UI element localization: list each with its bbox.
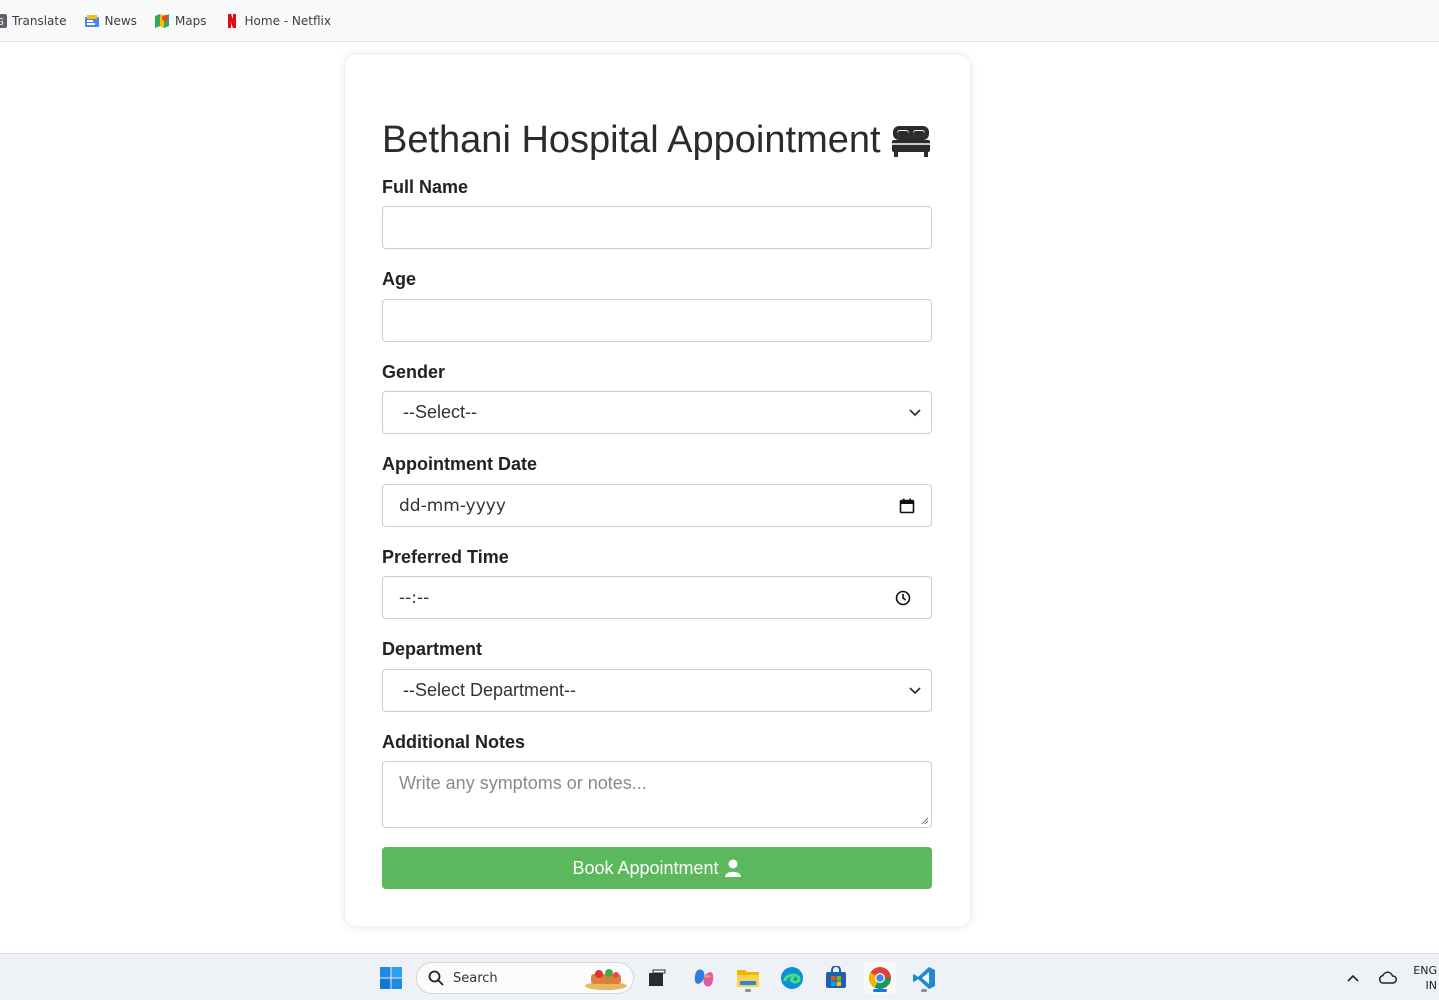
task-view-icon xyxy=(649,969,666,986)
appointment-card: Bethani Hospital Appointment Full Name A… xyxy=(345,55,970,926)
chrome-icon xyxy=(869,967,891,989)
folder-icon xyxy=(737,970,759,987)
age-label: Age xyxy=(382,269,417,289)
gender-label: Gender xyxy=(382,362,446,382)
bookmark-netflix[interactable]: Home - Netflix xyxy=(224,0,331,42)
vscode-button[interactable] xyxy=(908,962,940,994)
page-title: Bethani Hospital Appointment xyxy=(382,119,931,162)
chevron-down-icon xyxy=(909,408,921,416)
task-view-button[interactable] xyxy=(641,962,673,994)
time-placeholder: --:-- xyxy=(399,587,430,608)
age-field[interactable] xyxy=(398,300,916,341)
search-highlight-icon xyxy=(585,969,627,990)
microsoft-store-button[interactable] xyxy=(820,962,852,994)
store-icon xyxy=(826,966,846,988)
copilot-button[interactable] xyxy=(688,962,720,994)
book-appointment-button[interactable]: Book Appointment xyxy=(382,847,932,889)
show-hidden-icons-button[interactable] xyxy=(1346,954,1360,1000)
edge-icon xyxy=(781,967,803,989)
running-indicator xyxy=(745,989,751,992)
svg-text:G: G xyxy=(0,17,4,28)
search-placeholder: Search xyxy=(453,970,498,986)
windows-start-button[interactable] xyxy=(375,962,407,994)
onedrive-button[interactable] xyxy=(1377,954,1397,1000)
cloud-icon xyxy=(1379,971,1397,984)
windows-logo-icon xyxy=(380,967,402,989)
title-text: Bethani Hospital Appointment xyxy=(382,119,881,161)
appointment-date-input[interactable]: dd-mm-yyyy xyxy=(382,484,932,527)
full-name-field[interactable] xyxy=(398,207,916,248)
department-selected-value: --Select Department-- xyxy=(403,680,577,700)
netflix-icon xyxy=(224,13,240,29)
bookmark-label: Translate xyxy=(12,13,67,28)
gender-selected-value: --Select-- xyxy=(403,402,478,422)
news-icon xyxy=(84,13,100,29)
user-icon xyxy=(724,859,741,877)
chevron-up-icon xyxy=(1347,974,1359,982)
appointment-date-label: Appointment Date xyxy=(382,454,537,474)
file-explorer-button[interactable] xyxy=(732,962,764,994)
notes-placeholder: Write any symptoms or notes... xyxy=(399,773,647,793)
active-indicator xyxy=(873,989,887,992)
edge-browser-button[interactable] xyxy=(776,962,808,994)
department-label: Department xyxy=(382,639,483,659)
bookmark-label: Maps xyxy=(174,13,207,28)
taskbar: Search ENG IN xyxy=(0,953,1439,1000)
language-line-2: IN xyxy=(1425,978,1437,992)
bookmark-label: News xyxy=(104,13,137,28)
book-appointment-label: Book Appointment xyxy=(572,857,719,878)
language-indicator[interactable]: ENG IN xyxy=(1410,954,1437,1000)
age-input[interactable] xyxy=(382,299,932,342)
date-placeholder: dd-mm-yyyy xyxy=(399,495,506,516)
department-select[interactable]: --Select Department-- xyxy=(382,669,932,712)
search-icon xyxy=(428,970,444,986)
full-name-input[interactable] xyxy=(382,206,932,249)
bookmark-translate[interactable]: G Translate xyxy=(0,0,67,42)
bookmark-label: Home - Netflix xyxy=(244,13,331,28)
calendar-icon[interactable] xyxy=(899,498,915,514)
clock-icon[interactable] xyxy=(895,590,911,606)
resize-handle-icon[interactable] xyxy=(921,817,929,825)
gender-select[interactable]: --Select-- xyxy=(382,391,932,434)
additional-notes-textarea[interactable]: Write any symptoms or notes... xyxy=(382,761,932,828)
running-indicator xyxy=(921,989,927,992)
copilot-icon xyxy=(694,969,714,987)
preferred-time-label: Preferred Time xyxy=(382,547,509,567)
taskbar-search[interactable]: Search xyxy=(416,962,634,994)
bookmark-news[interactable]: News xyxy=(84,0,137,42)
language-line-1: ENG xyxy=(1413,963,1437,977)
bed-icon xyxy=(891,125,930,157)
bookmark-maps[interactable]: Maps xyxy=(154,0,207,42)
additional-notes-label: Additional Notes xyxy=(382,732,525,752)
translate-icon: G xyxy=(0,13,8,29)
chrome-button[interactable] xyxy=(864,962,896,994)
chevron-down-icon xyxy=(909,686,921,694)
full-name-label: Full Name xyxy=(382,177,469,197)
preferred-time-input[interactable]: --:-- xyxy=(382,576,932,619)
maps-icon xyxy=(154,13,170,29)
vscode-icon xyxy=(913,967,935,989)
bookmarks-bar: G Translate News Maps Home - Netflix xyxy=(0,0,1439,42)
